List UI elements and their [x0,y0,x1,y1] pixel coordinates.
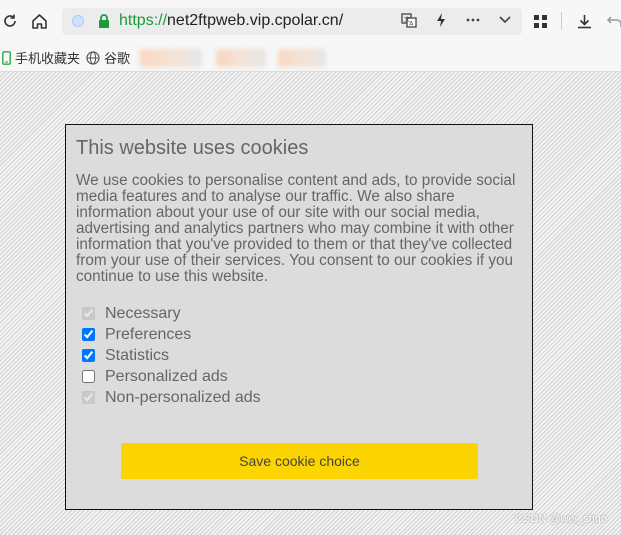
lightning-icon[interactable] [432,12,450,32]
undo-icon[interactable] [604,11,621,31]
lock-icon [99,14,109,28]
bookmark-label: 手机收藏夹 [15,51,81,66]
cookie-option-checkbox [82,391,95,404]
browser-toolbar: https://net2ftpweb.vip.cpolar.cn/ 文A [0,0,621,42]
cookie-option-label: Non-personalized ads [105,388,261,406]
blurred-bookmark[interactable] [140,49,202,67]
chevron-down-icon[interactable] [496,12,514,32]
address-bar[interactable]: https://net2ftpweb.vip.cpolar.cn/ 文A [62,8,522,35]
url-host: net2ftpweb.vip.cpolar.cn/ [167,12,344,29]
refresh-icon[interactable] [0,11,20,31]
cookie-option-checkbox [82,307,95,320]
blurred-bookmark[interactable] [278,49,326,67]
cookie-options: Necessary Preferences Statistics Personaliz… [80,303,261,408]
page-background: This website uses cookies We use cookies… [0,72,621,535]
url-text[interactable]: https://net2ftpweb.vip.cpolar.cn/ [119,12,343,30]
download-icon[interactable] [574,11,594,31]
home-icon[interactable] [29,11,49,31]
cookie-option-label: Necessary [105,304,181,322]
blurred-bookmark[interactable] [216,49,266,67]
cookie-option-checkbox[interactable] [82,349,95,362]
url-scheme: https:// [119,12,168,29]
dialog-title: This website uses cookies [76,137,309,159]
phone-icon [2,50,11,65]
cookie-option-checkbox[interactable] [82,328,95,341]
apps-grid-icon[interactable] [530,11,550,31]
bookmark-google[interactable]: 谷歌 [86,48,130,67]
site-info-icon[interactable] [72,15,84,27]
dialog-description: We use cookies to personalise content an… [76,172,516,285]
bookmark-label: 谷歌 [104,51,131,66]
cookie-option-necessary: Necessary [80,303,261,324]
cookie-consent-dialog: This website uses cookies We use cookies… [65,124,533,510]
cookie-option-checkbox[interactable] [82,370,95,383]
cookie-option-preferences[interactable]: Preferences [80,324,261,345]
toolbar-divider [561,12,562,30]
watermark: CSDN @wei_shuo [515,513,607,525]
more-icon[interactable] [464,12,482,32]
cookie-option-label: Preferences [105,325,192,343]
cookie-option-label: Statistics [105,346,170,364]
translate-icon[interactable]: 文A [400,12,418,32]
cookie-option-label: Personalized ads [105,367,228,385]
globe-icon [86,50,100,65]
bookmark-mobile-favorites[interactable]: 手机收藏夹 [2,48,80,67]
bookmarks-bar: 手机收藏夹 谷歌 [0,42,621,72]
cookie-option-non-personalized-ads: Non-personalized ads [80,387,261,408]
save-cookie-choice-button[interactable]: Save cookie choice [121,443,478,479]
cookie-option-personalized-ads[interactable]: Personalized ads [80,366,261,387]
cookie-option-statistics[interactable]: Statistics [80,345,261,366]
